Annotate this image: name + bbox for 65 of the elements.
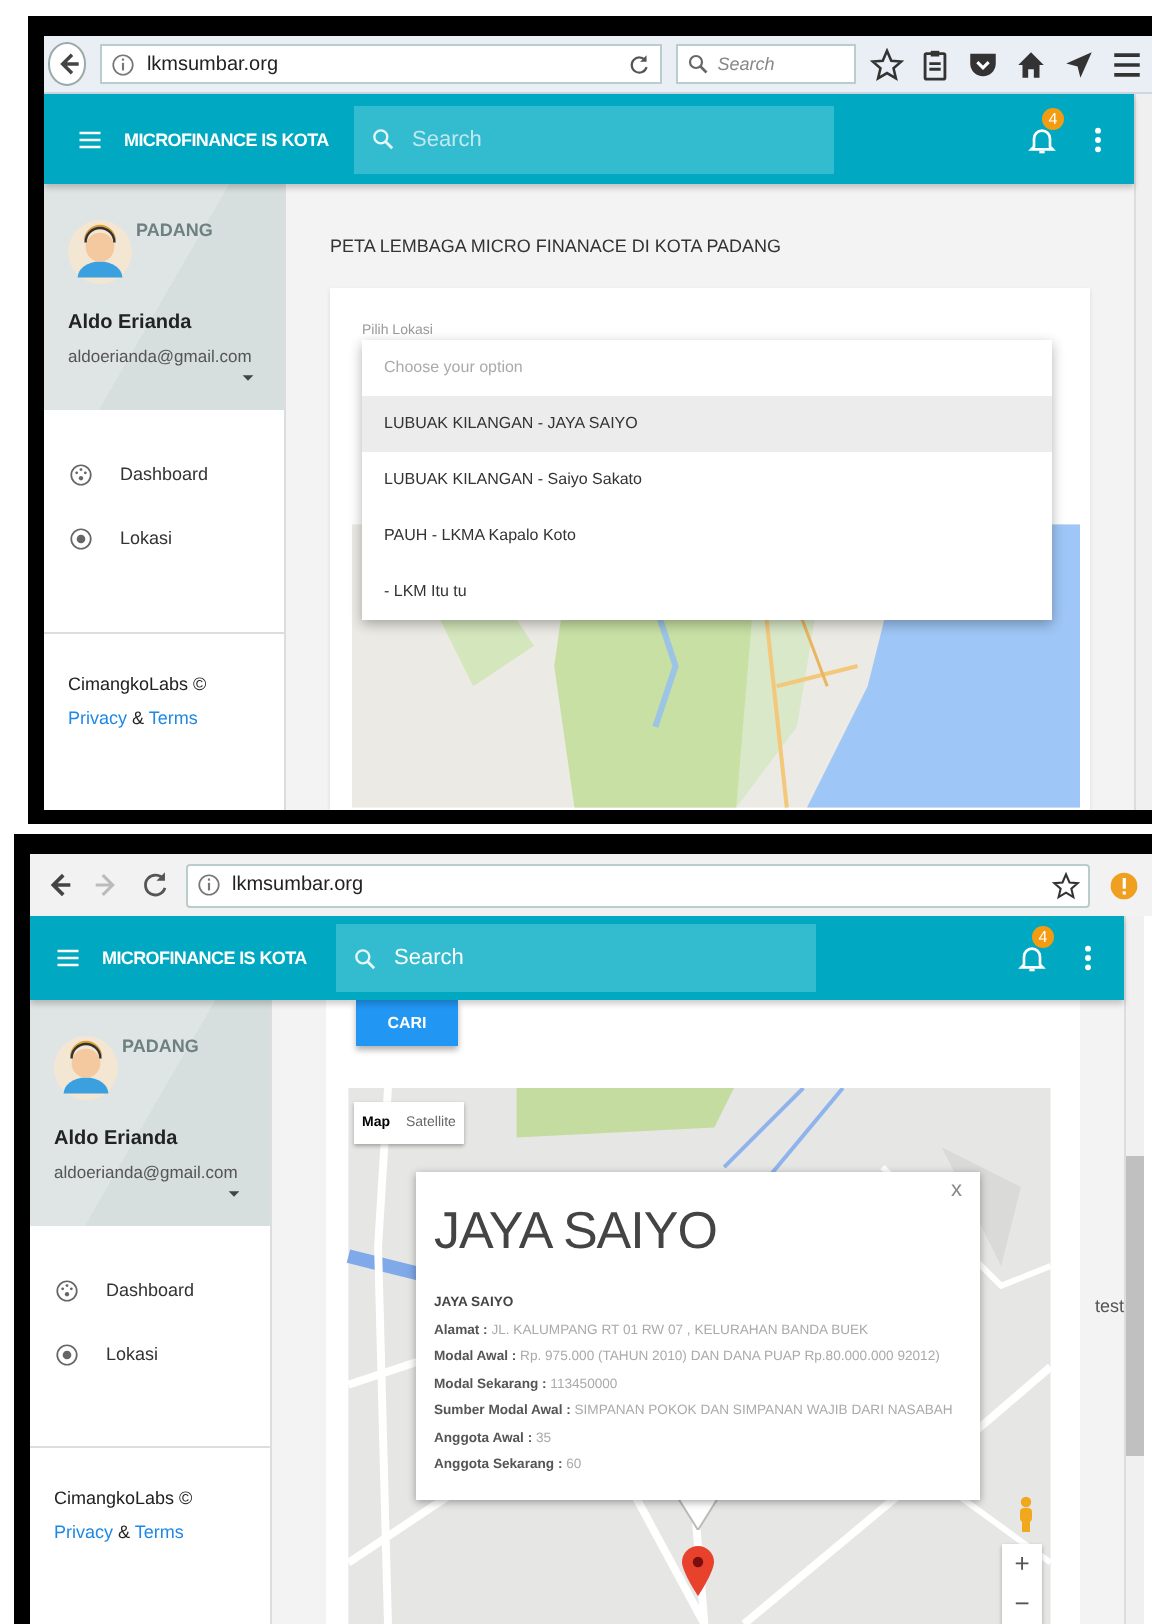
app-title: MICROFINANCE IS KOTA <box>124 129 331 149</box>
reload-icon[interactable] <box>138 868 172 902</box>
bookmark-star-icon[interactable] <box>870 47 904 81</box>
zoom-button[interactable]: + <box>1002 1544 1042 1584</box>
location-icon <box>68 525 94 551</box>
location-icon <box>54 1341 80 1367</box>
sidebar-item[interactable]: Dashboard <box>30 1258 270 1322</box>
sidebar-item[interactable]: Lokasi <box>30 1322 270 1386</box>
dropdown-option[interactable]: - LKM Itu tu <box>362 564 1052 620</box>
notification-badge: 4 <box>1042 107 1064 129</box>
privacy-link[interactable]: Privacy <box>68 708 128 728</box>
info-title: JAYA SAIYO <box>434 1200 719 1262</box>
url-text: lkmsumbar.org <box>232 874 364 896</box>
info-icon[interactable] <box>110 51 137 77</box>
caret-icon[interactable] <box>240 370 256 386</box>
send-icon[interactable] <box>1062 47 1096 81</box>
app-title: MICROFINANCE IS KOTA <box>102 948 309 968</box>
sidebar-item[interactable]: Lokasi <box>44 506 284 570</box>
ampersand-text: & <box>130 708 147 728</box>
zoom-button[interactable]: − <box>1002 1584 1042 1624</box>
copyright-text: CimangkoLabs © <box>54 1488 195 1508</box>
search-icon <box>685 52 710 76</box>
copyright-text: CimangkoLabs © <box>68 674 209 694</box>
dropdown-option[interactable]: LUBUAK KILANGAN - JAYA SAIYO <box>362 396 1052 452</box>
search-icon <box>370 126 396 152</box>
region-label: PADANG <box>136 220 213 240</box>
info-icon[interactable] <box>196 872 222 898</box>
user-name: Aldo Erianda <box>68 312 194 334</box>
search-placeholder: Search <box>394 946 464 970</box>
notification-badge: 4 <box>1032 926 1054 948</box>
scrollbar[interactable] <box>1134 94 1152 810</box>
search-field[interactable]: Search <box>675 44 856 84</box>
user-name: Aldo Erianda <box>54 1128 180 1150</box>
search-placeholder: Search <box>717 54 775 74</box>
terms-link[interactable]: Terms <box>148 708 198 728</box>
scrollbar[interactable] <box>1124 916 1144 1624</box>
close-button[interactable]: x <box>951 1178 962 1202</box>
dashboard-icon <box>54 1277 80 1303</box>
ampersand-text: & <box>116 1522 133 1542</box>
url-text: lkmsumbar.org <box>146 53 279 75</box>
user-email: aldoerianda@gmail.com <box>54 1162 240 1182</box>
reload-icon[interactable] <box>625 51 652 77</box>
dashboard-icon <box>68 461 94 487</box>
search-placeholder: Search <box>412 127 482 151</box>
home-icon[interactable] <box>1014 47 1048 81</box>
dropdown-option[interactable]: PAUH - LKMA Kapalo Koto <box>362 508 1052 564</box>
user-email: aldoerianda@gmail.com <box>68 346 254 366</box>
map-marker-icon[interactable] <box>680 1544 716 1598</box>
bell-icon[interactable] <box>1016 942 1048 974</box>
back-button[interactable] <box>48 42 87 86</box>
page-title: PETA LEMBAGA MICRO FINANACE DI KOTA PADANG <box>330 236 784 256</box>
side-note: test <box>1094 1296 1124 1320</box>
caret-icon[interactable] <box>226 1186 242 1202</box>
region-label: PADANG <box>122 1036 199 1056</box>
bookmark-star-icon[interactable] <box>1052 871 1080 899</box>
terms-link[interactable]: Terms <box>134 1522 184 1542</box>
dropdown-option[interactable]: LUBUAK KILANGAN - Saiyo Sakato <box>362 452 1052 508</box>
address-bar[interactable]: lkmsumbar.org <box>186 863 1090 907</box>
address-bar[interactable]: lkmsumbar.org <box>100 44 662 84</box>
privacy-link[interactable]: Privacy <box>54 1522 114 1542</box>
search-icon <box>352 945 378 971</box>
clipboard-icon[interactable] <box>918 47 952 81</box>
bell-icon[interactable] <box>1026 123 1058 155</box>
menu-icon[interactable] <box>1110 47 1144 81</box>
sidebar-item[interactable]: Dashboard <box>44 442 284 506</box>
